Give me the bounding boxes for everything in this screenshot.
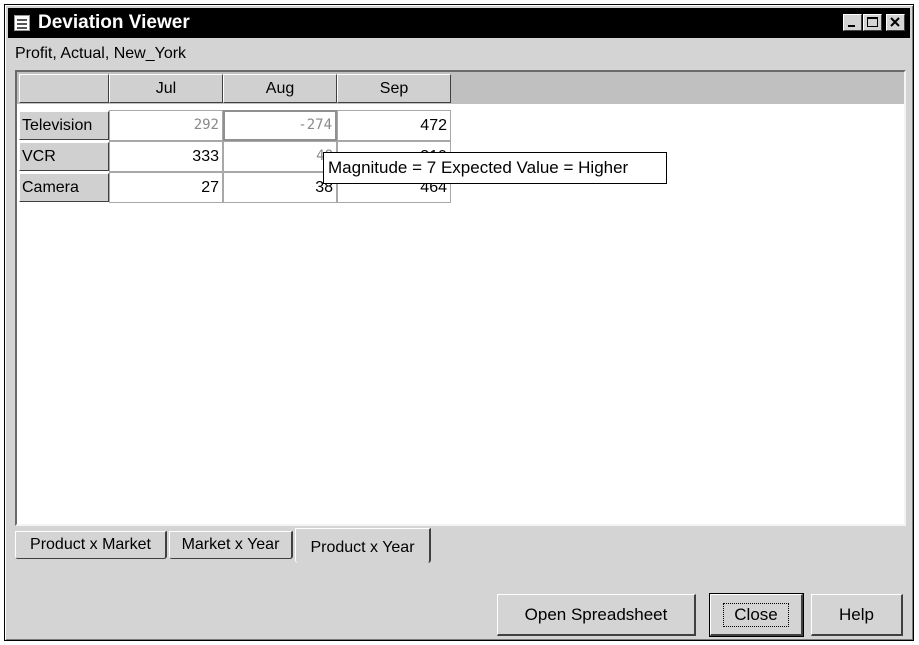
- tab-market-x-year[interactable]: Market x Year: [169, 531, 293, 559]
- cell-camera-aug[interactable]: 38: [223, 172, 337, 203]
- column-header-aug[interactable]: Aug: [223, 74, 337, 103]
- maximize-icon: [867, 17, 878, 27]
- cell-television-jul[interactable]: 292: [109, 110, 223, 141]
- close-window-button[interactable]: [886, 14, 905, 31]
- minimize-button[interactable]: [843, 14, 862, 31]
- tab-product-x-market[interactable]: Product x Market: [15, 531, 167, 559]
- deviation-viewer-window: Deviation Viewer Profit, Actual, New_Yor…: [4, 4, 914, 641]
- column-header-sep[interactable]: Sep: [337, 74, 451, 103]
- cell-vcr-aug[interactable]: 48: [223, 141, 337, 172]
- row-header-television[interactable]: Television: [19, 111, 109, 140]
- close-button[interactable]: Close: [709, 593, 804, 637]
- help-button[interactable]: Help: [811, 594, 903, 636]
- minimize-icon: [848, 25, 855, 27]
- spreadsheet-app-icon: [14, 15, 30, 31]
- deviation-tooltip: Magnitude = 7 Expected Value = Higher: [323, 152, 667, 184]
- row-header-camera[interactable]: Camera: [19, 173, 109, 202]
- corner-header: [19, 74, 109, 103]
- close-icon: [890, 17, 900, 27]
- window-title: Deviation Viewer: [38, 12, 190, 33]
- column-header-jul[interactable]: Jul: [109, 74, 223, 103]
- open-spreadsheet-button[interactable]: Open Spreadsheet: [497, 594, 696, 636]
- maximize-button[interactable]: [863, 14, 882, 31]
- deviation-grid: Jul Aug Sep Television 292 -274 472 VCR …: [15, 70, 906, 526]
- close-button-label: Close: [723, 603, 789, 627]
- view-tabs: Product x Market Market x Year Product x…: [15, 528, 913, 563]
- tab-product-x-year[interactable]: Product x Year: [295, 528, 431, 563]
- context-label: Profit, Actual, New_York: [15, 45, 187, 62]
- title-bar[interactable]: Deviation Viewer: [8, 8, 910, 38]
- row-header-vcr[interactable]: VCR: [19, 142, 109, 171]
- cell-vcr-jul[interactable]: 333: [109, 141, 223, 172]
- cell-television-sep[interactable]: 472: [337, 110, 451, 141]
- cell-television-aug[interactable]: -274: [223, 110, 337, 141]
- cell-camera-jul[interactable]: 27: [109, 172, 223, 203]
